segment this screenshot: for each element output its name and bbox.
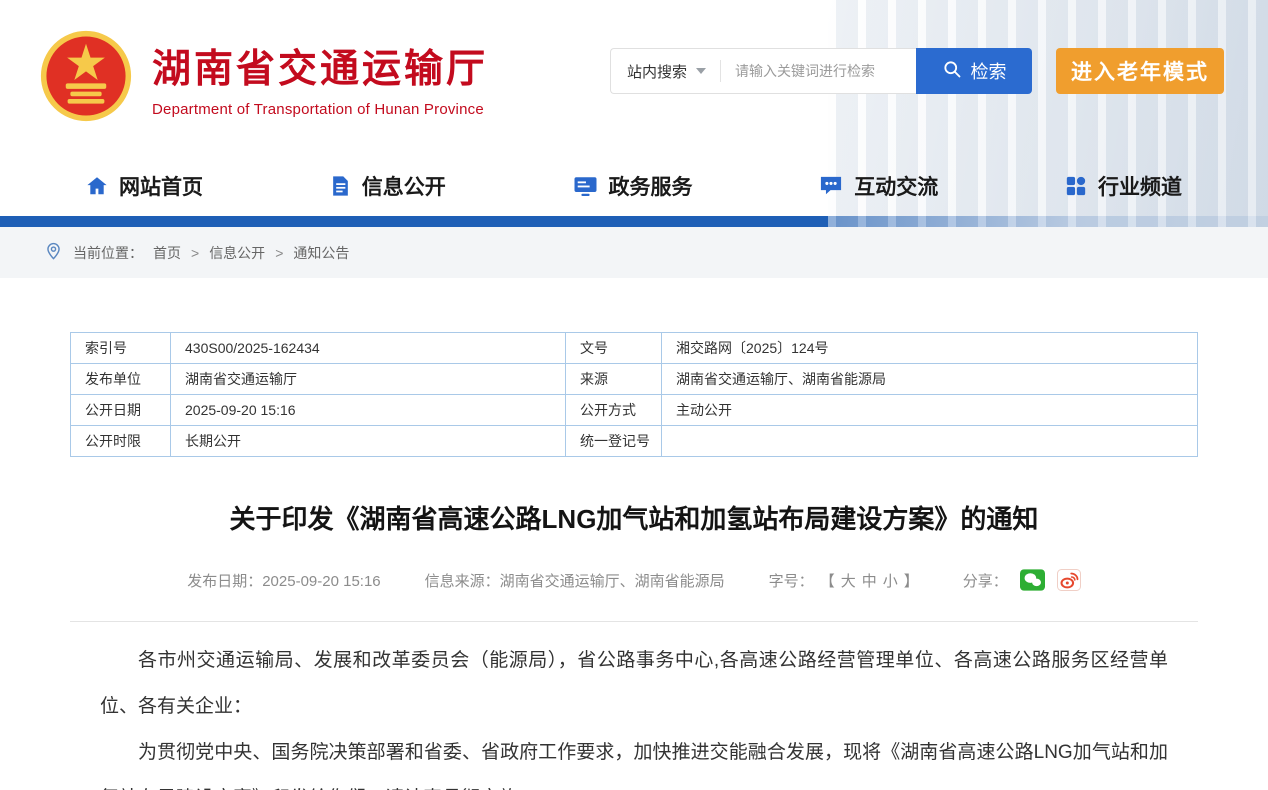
nav-item-label: 行业频道 (1098, 171, 1182, 201)
share-widget: 分享： (963, 569, 1081, 591)
search-icon (942, 59, 962, 84)
meta-value: 湖南省交通运输厅 (171, 364, 566, 395)
nav-item-interaction[interactable]: 互动交流 (819, 171, 938, 201)
font-size-widget: 字号： 【 大 中 小 】 (769, 570, 919, 591)
search-scope-label: 站内搜索 (627, 61, 687, 82)
article-body: 各市州交通运输局、发展和改革委员会（能源局），省公路事务中心,各高速公路经营管理… (100, 638, 1168, 790)
national-emblem-icon (40, 30, 132, 127)
meta-value: 长期公开 (171, 426, 566, 457)
site-title: 湖南省交通运输厅 (152, 38, 488, 94)
search-box: 站内搜索 (610, 48, 916, 94)
wechat-share-icon[interactable] (1020, 569, 1045, 591)
nav-item-label: 信息公开 (362, 171, 446, 201)
document-meta-table: 索引号 430S00/2025-162434 文号 湘交路网〔2025〕124号… (70, 332, 1198, 457)
site-subtitle: Department of Transportation of Hunan Pr… (152, 101, 488, 118)
article-meta-row: 发布日期：2025-09-20 15:16 信息来源：湖南省交通运输厅、湖南省能… (0, 569, 1268, 591)
publish-date: 发布日期：2025-09-20 15:16 (187, 570, 380, 591)
header-tools: 站内搜索 检索 进入老年模式 (610, 48, 1224, 94)
meta-value (662, 426, 1198, 457)
nav-item-home[interactable]: 网站首页 (86, 171, 203, 201)
breadcrumb-item-info-disclosure[interactable]: 信息公开 (209, 243, 265, 263)
nav-item-label: 互动交流 (854, 171, 938, 201)
nav-item-industry-channels[interactable]: 行业频道 (1065, 171, 1182, 201)
bracket-open: 【 (820, 570, 835, 591)
font-size-large[interactable]: 大 (841, 570, 856, 591)
info-source: 信息来源：湖南省交通运输厅、湖南省能源局 (425, 570, 725, 591)
article-paragraph: 各市州交通运输局、发展和改革委员会（能源局），省公路事务中心,各高速公路经营管理… (100, 638, 1168, 730)
font-size-medium[interactable]: 中 (862, 570, 877, 591)
search-button-label: 检索 (971, 58, 1007, 84)
meta-label: 统一登记号 (566, 426, 662, 457)
content-divider (70, 621, 1198, 622)
breadcrumb: 当前位置： 首页 > 信息公开 > 通知公告 (0, 227, 1268, 278)
meta-value: 主动公开 (662, 395, 1198, 426)
table-row: 公开时限 长期公开 统一登记号 (71, 426, 1198, 457)
meta-value: 湖南省交通运输厅、湖南省能源局 (662, 364, 1198, 395)
search-bar: 站内搜索 检索 (610, 48, 1032, 94)
search-input[interactable] (735, 63, 914, 79)
nav-item-services[interactable]: 政务服务 (573, 171, 693, 201)
table-row: 发布单位 湖南省交通运输厅 来源 湖南省交通运输厅、湖南省能源局 (71, 364, 1198, 395)
meta-label: 公开时限 (71, 426, 171, 457)
brand-text: 湖南省交通运输厅 Department of Transportation of… (152, 38, 488, 118)
bracket-close: 】 (904, 570, 919, 591)
site-header: 湖南省交通运输厅 Department of Transportation of… (0, 0, 1268, 156)
meta-value: 湘交路网〔2025〕124号 (662, 333, 1198, 364)
page-title: 关于印发《湖南省高速公路LNG加气站和加氢站布局建设方案》的通知 (90, 501, 1178, 537)
meta-label: 公开日期 (71, 395, 171, 426)
location-icon (44, 242, 63, 264)
services-icon (573, 175, 598, 197)
breadcrumb-item-notices[interactable]: 通知公告 (293, 243, 349, 263)
table-row: 公开日期 2025-09-20 15:16 公开方式 主动公开 (71, 395, 1198, 426)
article-page: 索引号 430S00/2025-162434 文号 湘交路网〔2025〕124号… (0, 278, 1268, 790)
nav-item-label: 政务服务 (609, 171, 693, 201)
search-divider (720, 60, 721, 82)
nav-item-info-disclosure[interactable]: 信息公开 (330, 171, 446, 201)
top-area: 湖南省交通运输厅 Department of Transportation of… (0, 0, 1268, 216)
search-button[interactable]: 检索 (916, 48, 1032, 94)
meta-label: 公开方式 (566, 395, 662, 426)
share-label: 分享： (963, 570, 1008, 591)
breadcrumb-separator: > (275, 245, 283, 261)
chat-icon (819, 175, 843, 197)
article-paragraph: 为贯彻党中央、国务院决策部署和省委、省政府工作要求，加快推进交能融合发展，现将《… (100, 730, 1168, 790)
home-icon (86, 175, 108, 197)
table-row: 索引号 430S00/2025-162434 文号 湘交路网〔2025〕124号 (71, 333, 1198, 364)
breadcrumb-item-home[interactable]: 首页 (153, 243, 181, 263)
font-size-label: 字号： (769, 570, 814, 591)
breadcrumb-separator: > (191, 245, 199, 261)
breadcrumb-label: 当前位置： (73, 243, 143, 263)
meta-label: 来源 (566, 364, 662, 395)
main-nav: 网站首页 信息公开 政务服务 互动交流 行业频道 (0, 156, 1268, 216)
meta-value: 2025-09-20 15:16 (171, 395, 566, 426)
chevron-down-icon (696, 68, 706, 74)
font-size-small[interactable]: 小 (883, 570, 898, 591)
weibo-share-icon[interactable] (1057, 569, 1081, 591)
meta-value: 430S00/2025-162434 (171, 333, 566, 364)
site-logo-link[interactable]: 湖南省交通运输厅 Department of Transportation of… (40, 30, 488, 127)
document-icon (330, 175, 351, 197)
nav-item-label: 网站首页 (119, 171, 203, 201)
search-scope-dropdown[interactable]: 站内搜索 (627, 61, 706, 82)
elder-mode-button[interactable]: 进入老年模式 (1056, 48, 1224, 94)
grid-icon (1065, 175, 1087, 197)
meta-label: 索引号 (71, 333, 171, 364)
meta-label: 发布单位 (71, 364, 171, 395)
meta-label: 文号 (566, 333, 662, 364)
